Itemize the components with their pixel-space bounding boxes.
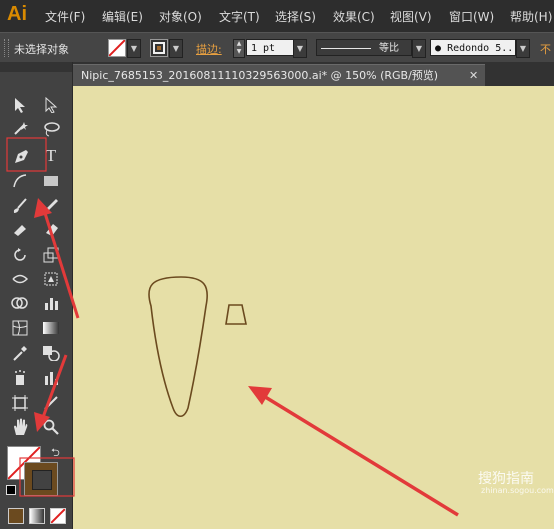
drawn-teardrop-shape[interactable] <box>148 276 208 418</box>
drawn-trapezoid-shape[interactable] <box>225 304 247 325</box>
brush-dropdown[interactable]: ▼ <box>516 39 530 58</box>
graph-tool-icon[interactable] <box>40 292 62 314</box>
menu-effect[interactable]: 效果(C) <box>333 8 375 25</box>
panel-grip[interactable] <box>4 39 9 57</box>
opacity-label[interactable]: 不 <box>540 41 551 57</box>
watermark-brand: 搜狗指南 <box>478 471 534 487</box>
artboard-canvas[interactable] <box>73 86 554 529</box>
menu-object[interactable]: 对象(O) <box>159 8 202 25</box>
rotate-tool-icon[interactable] <box>9 244 31 266</box>
brush-definition[interactable]: ● Redondo 5.. <box>430 39 516 56</box>
stroke-label[interactable]: 描边: <box>196 41 222 57</box>
symbol-sprayer-tool-icon[interactable] <box>9 367 31 389</box>
zoom-tool-icon[interactable] <box>40 416 62 438</box>
tools-panel-header[interactable] <box>0 62 72 72</box>
menu-type[interactable]: 文字(T) <box>219 8 260 25</box>
pencil-tool-icon[interactable] <box>40 195 62 217</box>
column-graph-tool-icon[interactable] <box>40 367 62 389</box>
profile-line-icon <box>321 47 371 49</box>
stroke-hollow-icon <box>32 470 52 490</box>
stroke-weight-stepper[interactable]: ▲ ▼ <box>233 39 245 58</box>
type-tool-icon[interactable]: T <box>40 145 62 167</box>
document-title: Nipic_7685153_20160811110329563000.ai* @… <box>81 69 439 82</box>
gradient-tool-icon[interactable] <box>40 317 62 339</box>
brush-name: Redondo 5.. <box>447 43 514 54</box>
default-colors-icon[interactable] <box>6 485 16 495</box>
selection-status: 未选择对象 <box>14 43 69 56</box>
slice-tool-icon[interactable] <box>40 392 62 414</box>
none-slash-icon <box>51 509 65 523</box>
document-tab[interactable]: Nipic_7685153_20160811110329563000.ai* @… <box>73 64 485 86</box>
menu-view[interactable]: 视图(V) <box>390 8 432 25</box>
swap-fill-stroke-icon[interactable]: ⮌ <box>51 444 60 463</box>
none-mode-button[interactable] <box>50 508 66 524</box>
eraser-tool-icon[interactable] <box>40 218 62 240</box>
variable-width-profile[interactable]: 等比 <box>316 39 412 56</box>
free-transform-tool-icon[interactable] <box>40 268 62 290</box>
selection-tool-icon[interactable] <box>9 94 31 116</box>
fill-swatch[interactable] <box>108 39 126 57</box>
brush-dot-icon: ● <box>435 43 442 54</box>
menu-bar: Ai 文件(F) 编辑(E) 对象(O) 文字(T) 选择(S) 效果(C) 视… <box>0 0 554 32</box>
watermark-domain: zhinan.sogou.com <box>481 486 554 495</box>
app-logo: Ai <box>7 3 27 25</box>
direct-selection-tool-icon[interactable] <box>40 94 62 116</box>
stroke-color-swatch[interactable] <box>24 462 58 496</box>
stroke-dropdown[interactable]: ▼ <box>169 39 183 58</box>
gradient-mode-button[interactable] <box>29 508 45 524</box>
fill-dropdown[interactable]: ▼ <box>127 39 141 58</box>
eyedropper-tool-icon[interactable] <box>9 342 31 364</box>
menu-file[interactable]: 文件(F) <box>45 8 85 25</box>
close-tab-icon[interactable]: ✕ <box>469 65 478 87</box>
stroke-weight-dropdown[interactable]: ▼ <box>293 39 307 58</box>
line-segment-tool-icon[interactable] <box>9 170 31 192</box>
lasso-tool-icon[interactable] <box>40 118 62 140</box>
document-tab-bar: Nipic_7685153_20160811110329563000.ai* @… <box>73 62 554 86</box>
scale-tool-icon[interactable] <box>40 244 62 266</box>
hand-tool-icon[interactable] <box>9 416 31 438</box>
stroke-swatch[interactable] <box>150 39 168 57</box>
menu-help[interactable]: 帮助(H) <box>510 8 552 25</box>
no-fill-icon <box>109 40 125 56</box>
blend-tool-icon[interactable] <box>40 342 62 364</box>
mesh-tool-icon[interactable] <box>9 317 31 339</box>
artboard-tool-icon[interactable] <box>9 392 31 414</box>
pen-tool-icon[interactable] <box>11 145 33 167</box>
paintbrush-tool-icon[interactable] <box>9 195 31 217</box>
rectangle-tool-icon[interactable] <box>40 170 62 192</box>
color-mode-button[interactable] <box>8 508 24 524</box>
menu-window[interactable]: 窗口(W) <box>449 8 494 25</box>
blob-brush-tool-icon[interactable] <box>9 218 31 240</box>
profile-label: 等比 <box>379 43 399 54</box>
magic-wand-tool-icon[interactable] <box>9 118 31 140</box>
control-bar: 未选择对象 ▼ ▼ 描边: ▲ ▼ 1 pt ▼ 等比 ▼ ● Redondo 5… <box>0 32 554 64</box>
menu-select[interactable]: 选择(S) <box>275 8 316 25</box>
shape-builder-tool-icon[interactable] <box>9 292 31 314</box>
width-tool-icon[interactable] <box>9 268 31 290</box>
menu-edit[interactable]: 编辑(E) <box>102 8 143 25</box>
stroke-box-icon <box>153 42 165 54</box>
profile-dropdown[interactable]: ▼ <box>412 39 426 58</box>
